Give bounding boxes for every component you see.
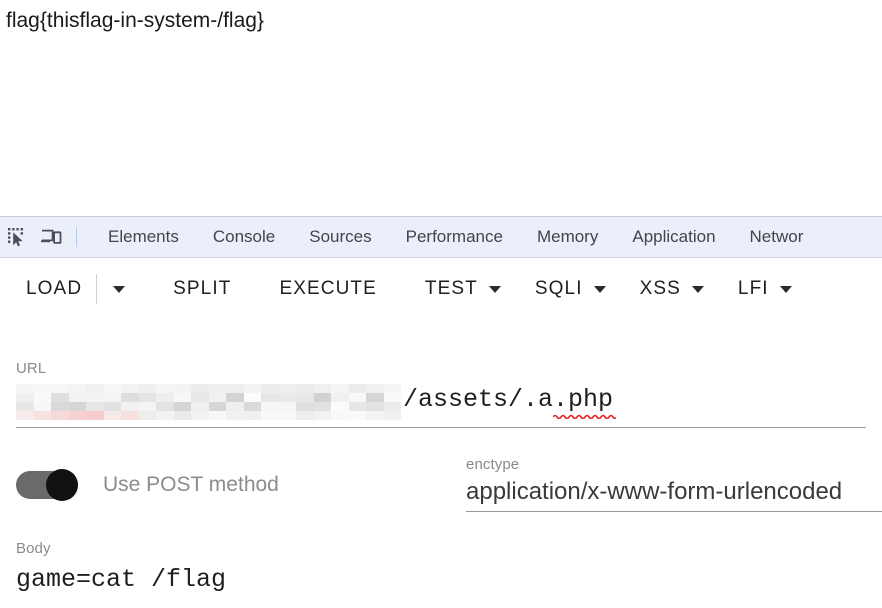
split-button[interactable]: SPLIT [173,272,231,306]
url-field-label: URL [16,360,47,377]
load-split-divider [96,274,98,304]
lfi-button[interactable]: LFI [738,272,792,306]
tab-console[interactable]: Console [196,217,292,257]
url-input[interactable]: /assets/.a.php [16,382,866,420]
xss-button[interactable]: XSS [640,272,704,306]
inspect-element-icon[interactable] [0,217,34,257]
url-redacted-mosaic [16,384,401,420]
sqli-button[interactable]: SQLI [535,272,606,306]
toolbar-divider [76,227,77,247]
action-button-row: LOAD SPLIT EXECUTE TEST SQLI XSS LFI [0,258,882,320]
enctype-input[interactable]: application/x-www-form-urlencoded [466,476,842,508]
spellcheck-squiggle-icon [553,414,616,419]
url-visible-text: /assets/.a.php [403,385,614,414]
tab-network[interactable]: Networ [733,217,821,257]
tab-sources[interactable]: Sources [292,217,388,257]
test-button-label: TEST [424,278,478,299]
tab-performance[interactable]: Performance [389,217,520,257]
devtools-tabbar: Elements Console Sources Performance Mem… [0,217,882,258]
sqli-button-label: SQLI [534,278,583,299]
test-button[interactable]: TEST [425,272,501,306]
enctype-field-label: enctype [466,456,520,473]
body-field-label: Body [16,540,51,557]
use-post-method-toggle[interactable]: Use POST method [16,469,279,501]
lfi-chevron-down-icon [779,285,792,293]
load-chevron-down-icon[interactable] [113,285,126,293]
load-button[interactable]: LOAD [26,272,82,306]
tab-memory[interactable]: Memory [520,217,615,257]
xss-button-label: XSS [639,278,681,299]
toggle-track [16,469,78,501]
test-chevron-down-icon [488,285,501,293]
page-content-area: flag{thisflag-in-system-/flag} [0,0,882,216]
enctype-field-underline [466,511,882,512]
tab-elements[interactable]: Elements [91,217,196,257]
body-input[interactable]: game=cat /flag [16,562,226,598]
lfi-button-label: LFI [737,278,769,299]
flag-text: flag{thisflag-in-system-/flag} [6,9,264,32]
toggle-knob [46,469,78,501]
tab-application[interactable]: Application [615,217,732,257]
xss-chevron-down-icon [691,285,704,293]
sqli-chevron-down-icon [593,285,606,293]
execute-button[interactable]: EXECUTE [279,272,376,306]
device-toolbar-icon[interactable] [34,217,68,257]
url-field-underline [16,427,866,428]
use-post-method-label: Use POST method [103,473,279,496]
